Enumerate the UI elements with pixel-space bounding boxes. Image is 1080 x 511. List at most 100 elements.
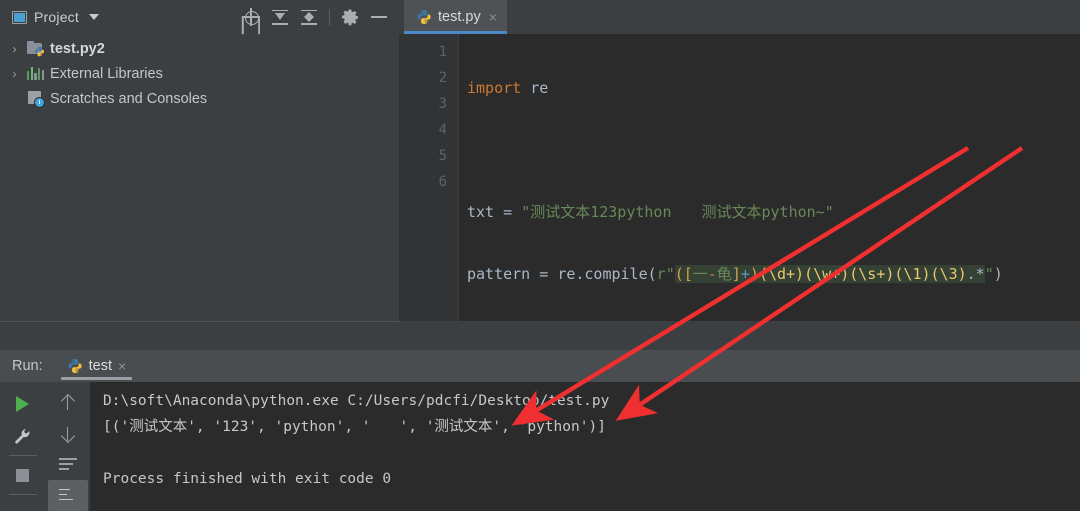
regex-group1-close: ): [749, 265, 759, 283]
regex-tail: .*: [966, 265, 985, 283]
regex-quantifier: +: [740, 265, 750, 283]
run-panel-header: Run: test ×: [0, 350, 1080, 382]
chevron-down-icon[interactable]: [88, 14, 99, 20]
expand-all-icon[interactable]: [271, 8, 289, 26]
tab-label: test.py: [438, 9, 481, 25]
token-quote-open: ": [665, 265, 675, 283]
regex-highlight-region: ([一-龟]+)(\d+)(\w+)(\s+)(\1)(\3).*: [674, 265, 985, 283]
run-toolbar-left: [0, 382, 45, 511]
tree-item-label: Scratches and Consoles: [50, 90, 208, 107]
arrow-up-icon: [60, 394, 76, 412]
rerun-settings-button[interactable]: [3, 420, 43, 452]
token-quote-close: ": [984, 265, 994, 283]
project-window-icon: [12, 10, 27, 24]
tab-test-py[interactable]: test.py ×: [404, 0, 507, 34]
editor-tab-strip: test.py ×: [400, 0, 1080, 34]
line-number: 2: [438, 70, 447, 86]
run-tab-test[interactable]: test ×: [57, 350, 137, 382]
tree-item-label: External Libraries: [50, 65, 163, 82]
line-number: 3: [438, 96, 447, 112]
scratches-icon: [27, 90, 45, 108]
regex-bracket-close: ]: [731, 265, 741, 283]
editor-area: test.py × 1 2 3 4 5 6 import re txt = "测…: [400, 0, 1080, 322]
tree-item-external-libraries[interactable]: › External Libraries: [0, 61, 400, 86]
expand-arrow-icon[interactable]: ›: [8, 68, 21, 80]
minimize-icon[interactable]: [370, 8, 388, 26]
token-assign: =: [494, 203, 522, 221]
python-file-icon: [416, 9, 432, 25]
console-output[interactable]: D:\soft\Anaconda\python.exe C:/Users/pdc…: [90, 382, 1080, 511]
line-number: 6: [438, 174, 447, 190]
token-raw-prefix: r: [656, 265, 666, 283]
regex-bracket-open: [: [683, 265, 693, 283]
close-icon[interactable]: ×: [487, 10, 497, 24]
code-line-3: txt = "测试文本123python 测试文本python~": [467, 199, 1080, 225]
project-title-group[interactable]: Project: [12, 9, 99, 25]
soft-wrap-button[interactable]: [48, 450, 88, 481]
run-panel: Run: test × D:\soft\Anaconda\python.exe …: [0, 350, 1080, 511]
run-toolbar-right: [45, 382, 90, 511]
run-panel-body: D:\soft\Anaconda\python.exe C:/Users/pdc…: [0, 382, 1080, 511]
regex-group3: (\w+): [804, 265, 850, 283]
code-content[interactable]: import re txt = "测试文本123python 测试文本pytho…: [459, 34, 1080, 322]
scroll-to-end-icon: [58, 488, 77, 504]
token-module-name: re: [521, 79, 549, 97]
wrench-icon: [15, 428, 30, 444]
line-number: 5: [438, 148, 447, 164]
regex-group4: (\s+): [849, 265, 895, 283]
soft-wrap-icon: [58, 457, 77, 473]
up-arrow-button[interactable]: [48, 388, 88, 419]
collapse-all-icon[interactable]: [300, 8, 318, 26]
libraries-icon: [27, 65, 45, 82]
line-number-gutter: 1 2 3 4 5 6: [400, 34, 458, 322]
stop-icon: [16, 468, 29, 482]
arrow-down-icon: [60, 425, 76, 443]
down-arrow-button[interactable]: [48, 419, 88, 450]
gear-icon[interactable]: [341, 8, 359, 26]
project-panel-title: Project: [34, 9, 79, 25]
locate-icon[interactable]: [242, 8, 260, 26]
regex-cjk-low: 一: [692, 265, 708, 283]
run-tab-label: test: [88, 358, 113, 374]
token-pattern-var: pattern: [467, 265, 531, 283]
project-panel: Project › test.py2 › External Libraries …: [0, 0, 400, 322]
folder-python-icon: [27, 40, 45, 57]
code-line-4: pattern = re.compile(r"([一-龟]+)(\d+)(\w+…: [467, 261, 1080, 287]
regex-backref-1: (\1): [894, 265, 931, 283]
token-txt-var: txt: [467, 203, 495, 221]
regex-backref-3: (\3): [930, 265, 967, 283]
expand-arrow-icon[interactable]: ›: [8, 43, 21, 55]
tree-item-test-py2[interactable]: › test.py2: [0, 36, 400, 61]
code-editor[interactable]: 1 2 3 4 5 6 import re txt = "测试文本123pyth…: [400, 34, 1080, 322]
token-import-keyword: import: [467, 79, 522, 97]
tree-item-label: test.py2: [50, 40, 105, 57]
expand-arrow-placeholder: [8, 93, 21, 105]
token-recompile-call: re.compile(: [557, 265, 657, 283]
token-paren-close: ): [993, 265, 1003, 283]
stop-button[interactable]: [3, 459, 43, 491]
toolbar-separator: [8, 494, 37, 495]
python-file-icon: [67, 358, 83, 374]
pycharm-window: Project › test.py2 › External Libraries …: [0, 0, 1080, 511]
regex-cjk-high: 龟: [716, 265, 732, 283]
close-icon[interactable]: ×: [118, 358, 126, 374]
tree-item-scratches-and-consoles[interactable]: Scratches and Consoles: [0, 86, 400, 111]
play-icon: [16, 396, 29, 412]
project-panel-header: Project: [0, 0, 400, 34]
line-number: 1: [438, 44, 447, 60]
run-label: Run:: [12, 358, 43, 374]
toolbar-separator: [8, 455, 37, 456]
mid-band: [0, 322, 1080, 350]
regex-group1-open: (: [674, 265, 684, 283]
project-tree: › test.py2 › External Libraries Scratche…: [0, 34, 400, 111]
token-txt-string: "测试文本123python 测试文本python~": [521, 203, 834, 221]
console-result: [('测试文本', '123', 'python', ' ', '测试文本', …: [103, 419, 606, 435]
run-button[interactable]: [3, 388, 43, 420]
code-line-1: import re: [467, 75, 1080, 101]
regex-range-dash: -: [707, 265, 717, 283]
console-status: Process finished with exit code 0: [103, 471, 392, 487]
scroll-to-end-button[interactable]: [47, 480, 88, 511]
project-toolbar: [242, 8, 392, 26]
